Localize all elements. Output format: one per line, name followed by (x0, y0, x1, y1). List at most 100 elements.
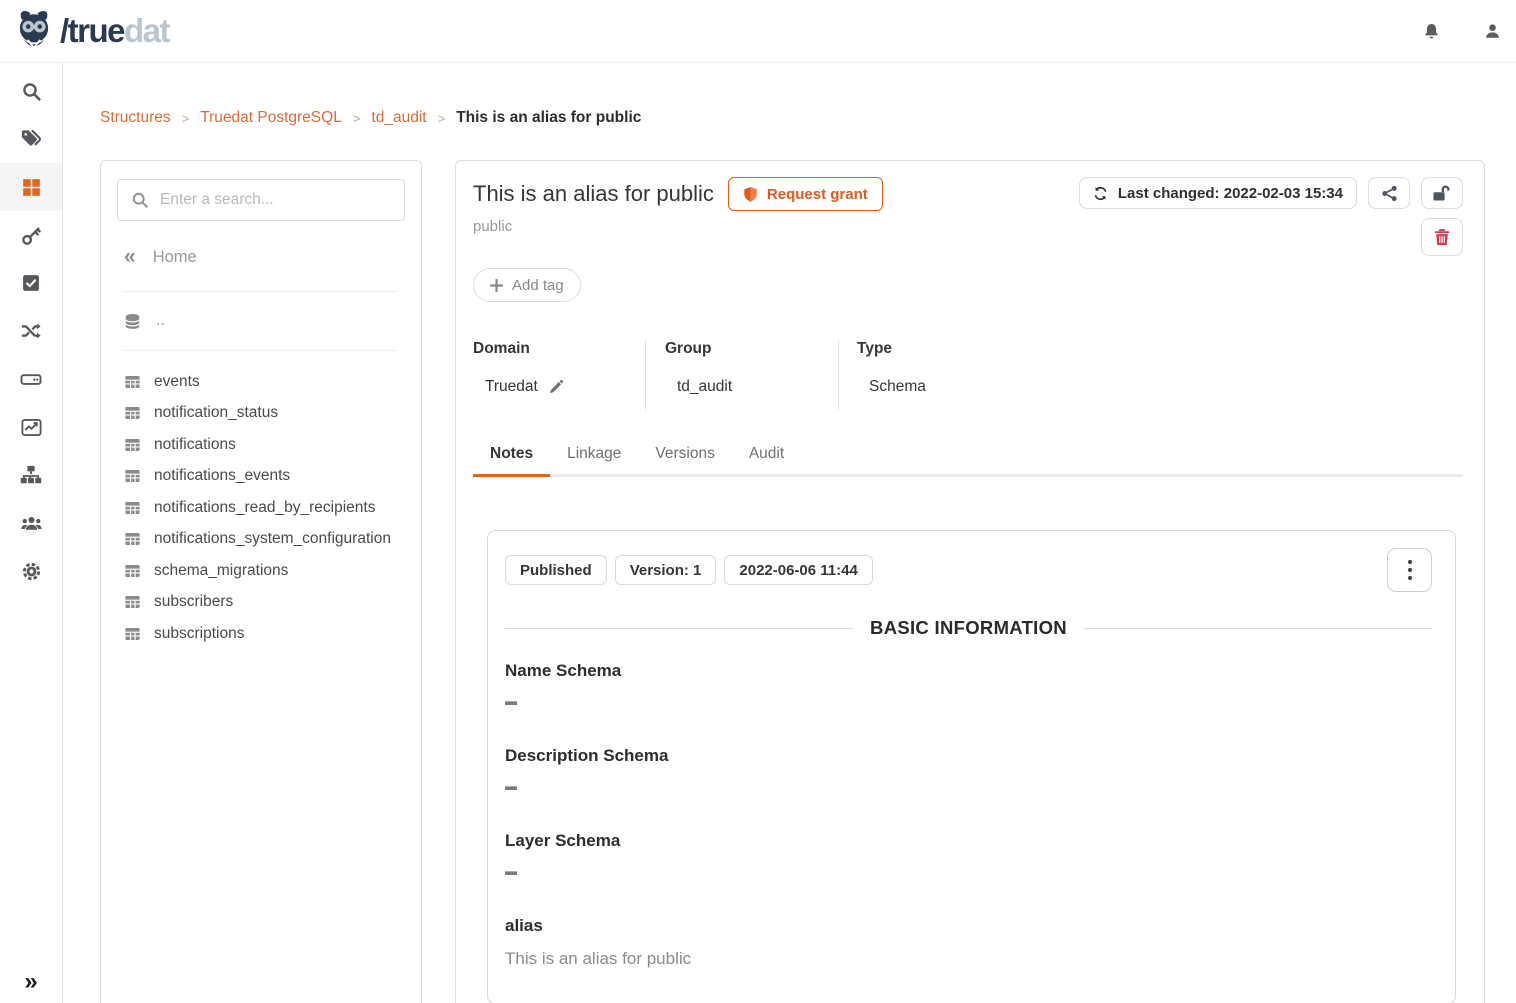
type-value: Schema (869, 378, 926, 396)
section-heading: BASIC INFORMATION (505, 617, 1432, 639)
breadcrumb-separator: > (438, 111, 446, 126)
tree-search-box (117, 179, 405, 221)
table-row-notifications-events[interactable]: notifications_events (124, 461, 398, 493)
rail-search-icon[interactable] (0, 67, 62, 115)
rail-spacer (0, 595, 62, 961)
published-date-badge: 2022-06-06 11:44 (724, 555, 872, 585)
breadcrumb-group[interactable]: td_audit (371, 109, 426, 127)
add-tag-button[interactable]: Add tag (473, 268, 581, 302)
icon-rail: » (0, 63, 63, 1003)
home-row: « Home (124, 245, 398, 292)
table-list: events notification_status notifications… (117, 366, 405, 650)
group-label: Group (665, 340, 838, 358)
table-name: notifications_read_by_recipients (154, 499, 375, 517)
field-layer-schema: Layer Schema ▬ (505, 831, 1432, 878)
rail-check-square-icon[interactable] (0, 259, 62, 307)
controls-row-2 (1421, 218, 1463, 256)
table-name: notifications (154, 436, 236, 454)
table-row-schema-migrations[interactable]: schema_migrations (124, 555, 398, 587)
structure-tree-panel: « Home .. events notification_status not… (100, 160, 422, 1003)
last-changed-label: Last changed: 2022-02-03 15:34 (1118, 185, 1343, 202)
parent-level-label: .. (156, 312, 165, 330)
version-badge: Version: 1 (615, 555, 717, 585)
plus-icon (490, 279, 503, 292)
field-value: This is an alias for public (505, 949, 1432, 969)
tab-linkage[interactable]: Linkage (550, 437, 638, 474)
user-icon[interactable] (1483, 21, 1502, 41)
share-button[interactable] (1368, 177, 1410, 209)
field-label: Layer Schema (505, 831, 1432, 851)
unlock-button[interactable] (1421, 177, 1463, 209)
rail-tags-icon[interactable] (0, 115, 62, 163)
parent-level-item[interactable]: .. (124, 312, 398, 351)
section-title: BASIC INFORMATION (870, 617, 1067, 639)
domain-value: Truedat (485, 378, 538, 396)
search-input[interactable] (160, 191, 391, 209)
rail-chart-line-icon[interactable] (0, 403, 62, 451)
meta-section: Domain Truedat Group td_audit Type Schem… (473, 340, 1463, 410)
field-value-empty: ▬ (505, 864, 1432, 878)
note-fields: Name Schema ▬ Description Schema ▬ Layer… (505, 661, 1432, 969)
tab-notes[interactable]: Notes (473, 437, 550, 477)
field-value-empty: ▬ (505, 779, 1432, 793)
page-title: This is an alias for public (473, 181, 714, 207)
collapse-panel-chevrons[interactable]: « (124, 245, 136, 269)
rail-hdd-icon[interactable] (0, 355, 62, 403)
table-row-notifications-system-configuration[interactable]: notifications_system_configuration (124, 524, 398, 556)
rail-structures-grid-icon[interactable] (0, 163, 62, 211)
add-tag-label: Add tag (512, 277, 564, 294)
tab-audit[interactable]: Audit (732, 437, 801, 474)
edit-domain-pencil-icon[interactable] (548, 379, 564, 395)
tab-versions[interactable]: Versions (638, 437, 731, 474)
table-row-notification-status[interactable]: notification_status (124, 398, 398, 430)
rail-key-icon[interactable] (0, 211, 62, 259)
status-badge: Published (505, 555, 607, 585)
field-alias: alias This is an alias for public (505, 916, 1432, 969)
rail-shuffle-icon[interactable] (0, 307, 62, 355)
note-menu-kebab-button[interactable] (1387, 548, 1432, 592)
share-icon (1381, 185, 1398, 202)
field-value-empty: ▬ (505, 694, 1432, 708)
rail-gear-icon[interactable] (0, 547, 62, 595)
table-name: notifications_events (154, 467, 290, 485)
table-row-events[interactable]: events (124, 366, 398, 398)
search-icon (131, 191, 149, 209)
breadcrumb-separator: > (182, 111, 190, 126)
unlock-icon (1432, 184, 1452, 202)
owl-logo-icon (12, 8, 56, 54)
table-name: events (154, 373, 200, 391)
bell-icon[interactable] (1422, 21, 1441, 42)
home-link[interactable]: Home (153, 248, 197, 267)
breadcrumb-structures[interactable]: Structures (100, 109, 171, 127)
breadcrumb-system[interactable]: Truedat PostgreSQL (200, 109, 342, 127)
top-header: /truedat (0, 0, 1516, 63)
request-grant-button[interactable]: Request grant (728, 177, 883, 211)
table-row-notifications-read-by-recipients[interactable]: notifications_read_by_recipients (124, 492, 398, 524)
truedat-logo[interactable]: /truedat (12, 8, 169, 54)
controls-row-1: Last changed: 2022-02-03 15:34 (1079, 177, 1463, 209)
refresh-icon (1093, 186, 1108, 201)
field-name-schema: Name Schema ▬ (505, 661, 1432, 708)
meta-type: Type Schema (839, 340, 926, 410)
meta-domain: Domain Truedat (473, 340, 646, 410)
delete-button[interactable] (1421, 218, 1463, 256)
breadcrumb-current: This is an alias for public (456, 109, 641, 127)
rail-sitemap-icon[interactable] (0, 451, 62, 499)
brand-name: /truedat (60, 12, 169, 50)
table-row-subscriptions[interactable]: subscriptions (124, 618, 398, 650)
breadcrumb: Structures > Truedat PostgreSQL > td_aud… (100, 109, 641, 127)
detail-controls: Last changed: 2022-02-03 15:34 (1079, 177, 1463, 256)
table-row-subscribers[interactable]: subscribers (124, 587, 398, 619)
request-grant-label: Request grant (767, 186, 868, 203)
table-name: notifications_system_configuration (154, 530, 391, 548)
expand-sidebar-chevrons[interactable]: » (0, 961, 62, 1003)
meta-group: Group td_audit (646, 340, 839, 410)
table-row-notifications[interactable]: notifications (124, 429, 398, 461)
table-name: subscriptions (154, 625, 244, 643)
group-value: td_audit (677, 378, 732, 396)
last-changed-button[interactable]: Last changed: 2022-02-03 15:34 (1079, 177, 1357, 209)
field-label: Name Schema (505, 661, 1432, 681)
field-description-schema: Description Schema ▬ (505, 746, 1432, 793)
structure-detail-card: This is an alias for public Request gran… (455, 160, 1485, 1003)
rail-users-icon[interactable] (0, 499, 62, 547)
